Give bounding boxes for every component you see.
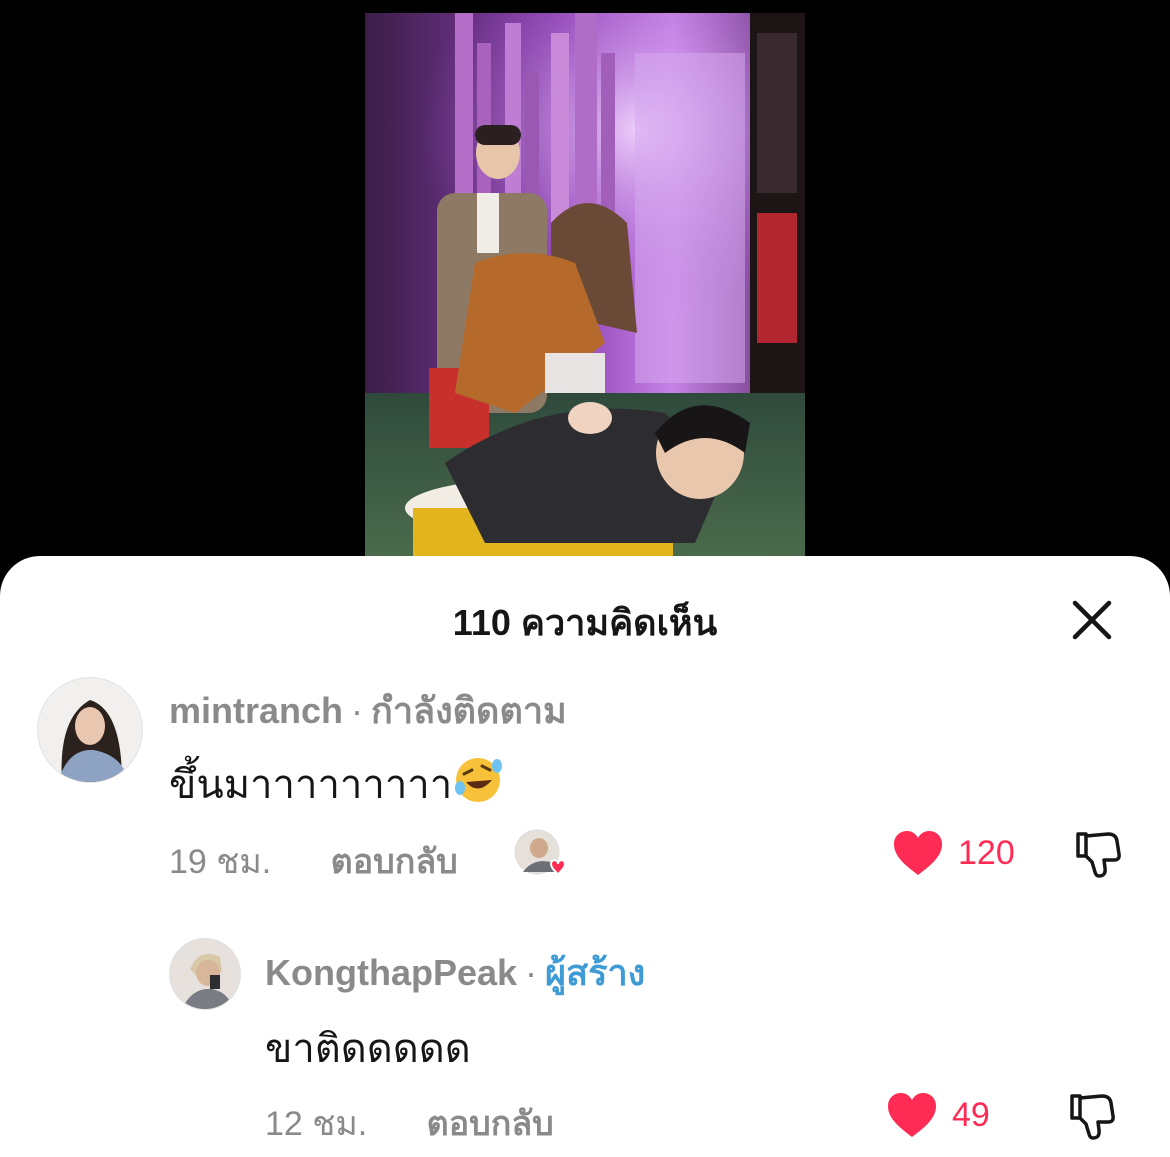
- dislike-button[interactable]: [1072, 828, 1124, 880]
- like-count: 49: [952, 1095, 990, 1134]
- thumbs-down-icon: [1076, 832, 1121, 878]
- comment-body: ขาติดดดดด: [265, 1027, 471, 1071]
- following-badge: กำลังติดตาม: [371, 690, 567, 731]
- avatar[interactable]: [169, 938, 241, 1010]
- comment-username[interactable]: mintranch: [169, 690, 343, 731]
- creator-liked-indicator: [513, 828, 569, 878]
- rolling-on-floor-laughing-icon: [452, 756, 504, 814]
- dislike-button[interactable]: [1066, 1090, 1118, 1142]
- like-button[interactable]: 49: [886, 1091, 990, 1139]
- comments-sheet: 110 ความคิดเห็น mintranch · กำลังติดตาม ขึ…: [0, 556, 1170, 1157]
- video-frame[interactable]: [365, 13, 805, 558]
- comments-count-title: 110 ความคิดเห็น: [452, 602, 718, 643]
- comment-username[interactable]: KongthapPeak: [265, 952, 517, 993]
- creator-heart-avatar-icon: [514, 829, 567, 876]
- comment-meta: mintranch · กำลังติดตาม: [169, 682, 567, 739]
- comment-text: ขึ้นมาาาาาาาาา: [169, 752, 504, 816]
- comment-footer: 19 ชม. ตอบกลับ: [169, 834, 458, 888]
- video-player[interactable]: [0, 0, 1170, 580]
- avatar[interactable]: [37, 677, 143, 783]
- creator-badge: ผู้สร้าง: [545, 952, 646, 993]
- comment-time: 19 ชม.: [169, 843, 272, 881]
- separator-dot: ·: [351, 690, 364, 731]
- close-button[interactable]: [1066, 594, 1118, 646]
- comment-footer: 12 ชม. ตอบกลับ: [265, 1096, 554, 1150]
- close-icon: [1072, 600, 1112, 640]
- comment-time: 12 ชม.: [265, 1105, 368, 1143]
- like-button[interactable]: 120: [892, 829, 1015, 877]
- separator-dot: ·: [525, 952, 538, 993]
- comment-text: ขาติดดดดด: [265, 1016, 471, 1080]
- heart-icon: [894, 831, 942, 875]
- reply-button[interactable]: ตอบกลับ: [427, 1105, 554, 1143]
- like-count: 120: [958, 833, 1015, 872]
- thumbs-down-icon: [1070, 1094, 1115, 1140]
- comment-body: ขึ้นมาาาาาาาาา: [169, 763, 453, 807]
- heart-icon: [888, 1093, 936, 1137]
- comment-meta: KongthapPeak · ผู้สร้าง: [265, 944, 645, 1001]
- video-still: [365, 13, 805, 558]
- reply-button[interactable]: ตอบกลับ: [331, 843, 458, 881]
